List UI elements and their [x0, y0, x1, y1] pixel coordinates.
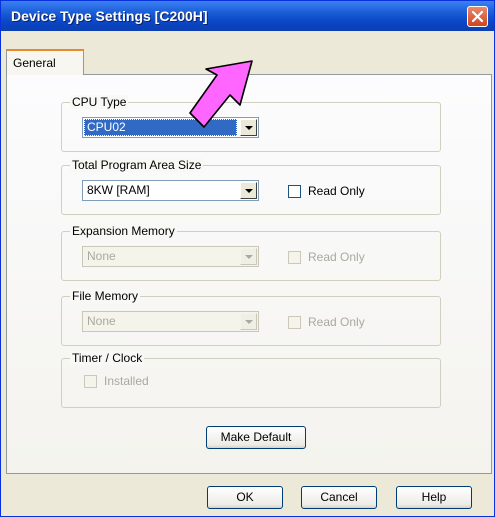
- annotation-arrow-icon: [189, 60, 253, 128]
- chevron-down-icon[interactable]: [240, 248, 257, 265]
- expansion-memory-read-only-checkbox[interactable]: [288, 251, 301, 264]
- window-title: Device Type Settings [C200H]: [11, 8, 208, 24]
- close-button[interactable]: [467, 6, 488, 27]
- file-memory-group: File Memory None Read Only: [61, 289, 441, 346]
- timer-clock-installed-checkbox[interactable]: [84, 375, 97, 388]
- help-button[interactable]: Help: [396, 486, 472, 509]
- title-bar[interactable]: Device Type Settings [C200H]: [1, 1, 494, 31]
- program-area-read-only-label: Read Only: [308, 184, 365, 198]
- tab-general-label: General: [13, 56, 56, 70]
- cpu-type-legend: CPU Type: [70, 95, 129, 109]
- expansion-memory-value: None: [87, 249, 116, 263]
- chevron-down-icon[interactable]: [240, 313, 257, 330]
- dialog-window: Device Type Settings [C200H] General CPU…: [0, 0, 495, 517]
- program-area-select[interactable]: 8KW [RAM]: [82, 180, 259, 201]
- file-memory-legend: File Memory: [70, 289, 141, 303]
- expansion-memory-group: Expansion Memory None Read Only: [61, 224, 441, 281]
- program-area-group: Total Program Area Size 8KW [RAM] Read O…: [61, 158, 441, 215]
- make-default-button[interactable]: Make Default: [206, 426, 306, 449]
- timer-clock-legend: Timer / Clock: [70, 351, 145, 365]
- file-memory-value: None: [87, 314, 116, 328]
- expansion-memory-select[interactable]: None: [82, 246, 259, 267]
- file-memory-read-only-checkbox[interactable]: [288, 316, 301, 329]
- program-area-legend: Total Program Area Size: [70, 158, 204, 172]
- ok-button[interactable]: OK: [207, 486, 283, 509]
- file-memory-select[interactable]: None: [82, 311, 259, 332]
- cancel-button[interactable]: Cancel: [301, 486, 377, 509]
- chevron-down-icon[interactable]: [240, 182, 257, 199]
- expansion-memory-legend: Expansion Memory: [70, 224, 177, 238]
- timer-clock-group: Timer / Clock Installed: [61, 351, 441, 408]
- tab-general[interactable]: General: [6, 49, 84, 75]
- expansion-memory-read-only-label: Read Only: [308, 250, 365, 264]
- file-memory-read-only-label: Read Only: [308, 315, 365, 329]
- timer-clock-installed-label: Installed: [104, 374, 149, 388]
- program-area-value: 8KW [RAM]: [87, 183, 150, 197]
- close-icon: [472, 11, 483, 22]
- program-area-read-only-checkbox[interactable]: [288, 185, 301, 198]
